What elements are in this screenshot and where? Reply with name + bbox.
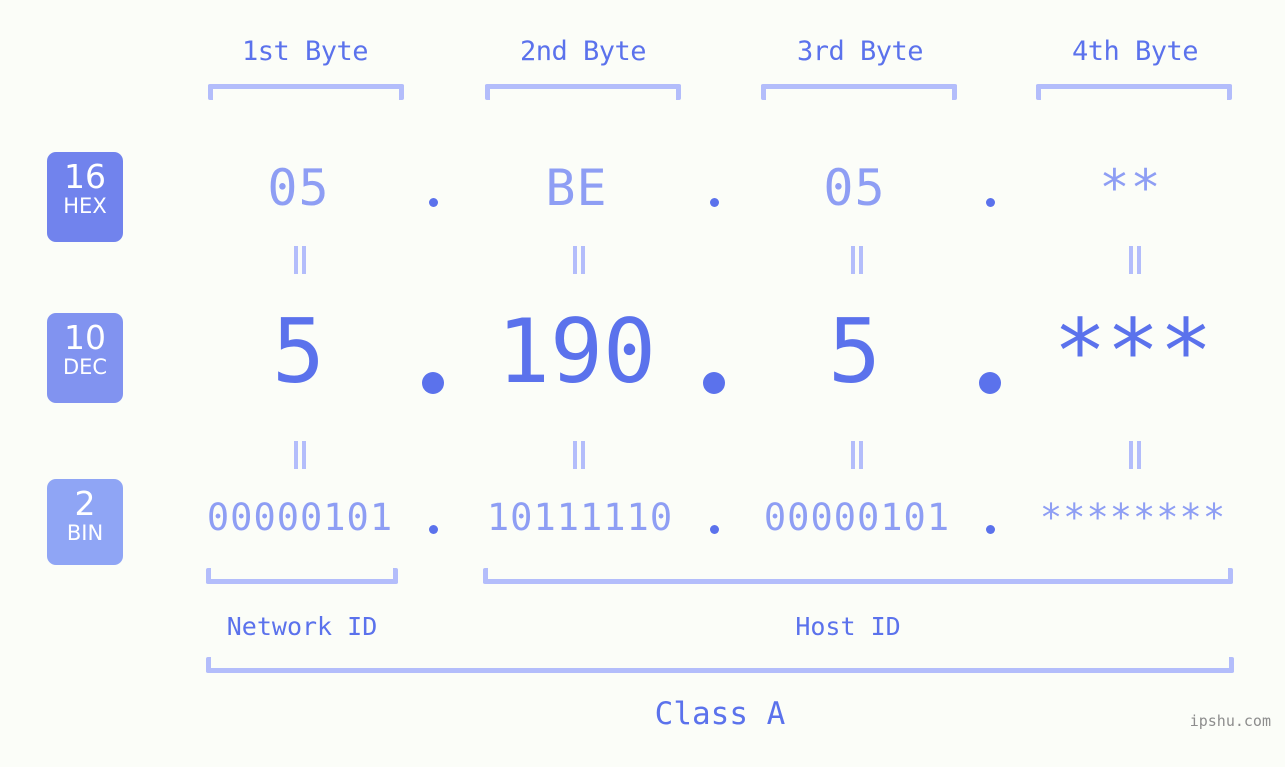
byte-bracket-top-4 <box>1036 84 1232 100</box>
equals-marker-icon-dec-bin-2 <box>571 441 587 469</box>
hex-separator-3 <box>986 198 995 207</box>
radix-badge-hex-number: 16 <box>64 157 106 196</box>
host-id-label: Host ID <box>795 612 901 641</box>
byte-bracket-top-2 <box>485 84 681 100</box>
radix-badge-dec: 10 DEC <box>47 313 123 403</box>
equals-marker-icon-hex-dec-2 <box>571 246 587 274</box>
bin-separator-1 <box>429 525 438 534</box>
radix-badge-bin-number: 2 <box>74 484 96 523</box>
dec-byte-4: *** <box>1053 300 1213 403</box>
hex-byte-1: 05 <box>267 159 330 217</box>
radix-badge-hex-system: HEX <box>63 194 107 218</box>
dec-separator-2 <box>703 372 725 394</box>
bin-byte-3: 00000101 <box>763 496 951 539</box>
equals-marker-icon-hex-dec-1 <box>292 246 308 274</box>
watermark: ipshu.com <box>1189 712 1271 730</box>
byte-header-3: 3rd Byte <box>796 36 924 67</box>
hex-separator-2 <box>710 198 719 207</box>
byte-bracket-top-3 <box>761 84 957 100</box>
equals-marker-icon-hex-dec-3 <box>849 246 865 274</box>
equals-marker-icon-dec-bin-3 <box>849 441 865 469</box>
network-id-bracket <box>206 568 398 584</box>
dec-separator-3 <box>979 372 1001 394</box>
hex-byte-3: 05 <box>823 159 886 217</box>
dec-byte-2: 190 <box>497 300 656 403</box>
radix-badge-dec-number: 10 <box>64 318 106 357</box>
byte-header-1: 1st Byte <box>241 36 369 67</box>
radix-badge-hex: 16 HEX <box>47 152 123 242</box>
byte-header-2: 2nd Byte <box>519 36 647 67</box>
class-label: Class A <box>654 696 786 732</box>
dec-byte-1: 5 <box>272 300 325 403</box>
byte-header-4: 4th Byte <box>1071 36 1199 67</box>
bin-byte-2: 10111110 <box>486 496 674 539</box>
class-bracket <box>206 657 1234 673</box>
radix-badge-bin-system: BIN <box>66 521 104 545</box>
equals-marker-icon-dec-bin-4 <box>1127 441 1143 469</box>
bin-separator-2 <box>710 525 719 534</box>
byte-bracket-top-1 <box>208 84 404 100</box>
hex-byte-4: ** <box>1099 159 1162 217</box>
equals-marker-icon-hex-dec-4 <box>1127 246 1143 274</box>
ip-address-breakdown-diagram: 1st Byte 2nd Byte 3rd Byte 4th Byte 16 H… <box>0 0 1285 767</box>
bin-separator-3 <box>986 525 995 534</box>
radix-badge-bin: 2 BIN <box>47 479 123 565</box>
equals-marker-icon-dec-bin-1 <box>292 441 308 469</box>
bin-byte-1: 00000101 <box>206 496 394 539</box>
radix-badge-dec-system: DEC <box>62 355 108 379</box>
dec-separator-1 <box>422 372 444 394</box>
host-id-bracket <box>483 568 1233 584</box>
hex-byte-2: BE <box>545 159 608 217</box>
dec-byte-3: 5 <box>828 300 881 403</box>
bin-byte-4: ******** <box>1039 496 1227 539</box>
hex-separator-1 <box>429 198 438 207</box>
network-id-label: Network ID <box>226 612 378 641</box>
